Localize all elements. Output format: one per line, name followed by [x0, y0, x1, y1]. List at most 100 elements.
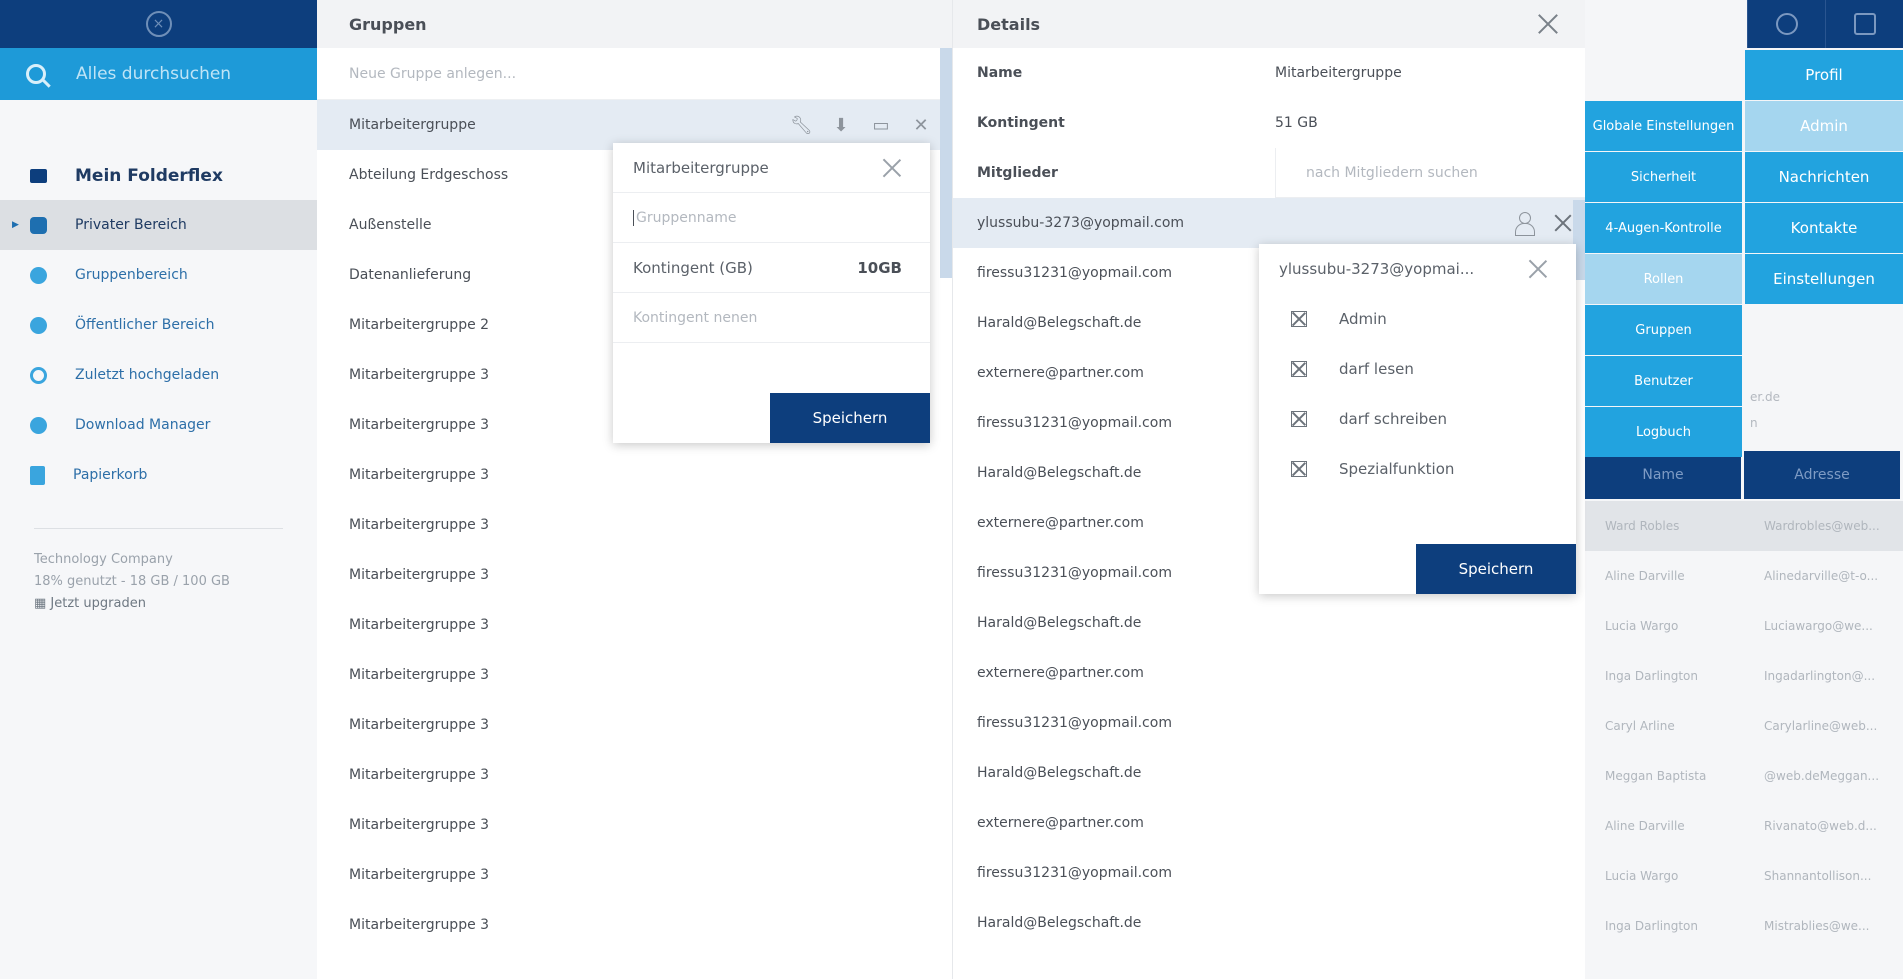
cell-name: Lucia Wargo	[1605, 869, 1679, 883]
group-item-label: Abteilung Erdgeschoss	[349, 167, 509, 183]
member-email: Harald@Belegschaft.de	[977, 315, 1142, 331]
sidebar-item-label: Öffentlicher Bereich	[75, 317, 215, 333]
wrench-icon[interactable]: 🔧︎	[790, 115, 813, 136]
nav-profile[interactable]: Profil	[1745, 50, 1903, 100]
storage-info: Technology Company 18% genutzt - 18 GB /…	[0, 529, 317, 635]
permission-special[interactable]: Spezialfunktion	[1259, 444, 1576, 494]
member-email: Harald@Belegschaft.de	[977, 915, 1142, 931]
sidebar-main-title[interactable]: Mein Folderflex	[0, 152, 317, 200]
global-search[interactable]: Alles durchsuchen	[0, 48, 317, 100]
download-box-icon[interactable]: ⬇	[830, 115, 852, 136]
table-row[interactable]: Meggan Baptista @web.deMeggan...	[1585, 751, 1903, 801]
group-item-label: Mitarbeitergruppe 3	[349, 517, 490, 533]
close-icon[interactable]	[882, 158, 902, 178]
logout-icon	[1853, 13, 1876, 35]
list-item[interactable]: Harald@Belegschaft.de	[953, 898, 1585, 948]
table-row[interactable]: Lucia Wargo Shannantollison...	[1585, 851, 1903, 901]
sidebar-item-download[interactable]: Download Manager	[0, 400, 317, 450]
permission-read[interactable]: darf lesen	[1259, 344, 1576, 394]
list-item[interactable]: Mitarbeitergruppe 3	[317, 600, 952, 650]
close-icon[interactable]: ✕	[910, 115, 932, 136]
members-search-input[interactable]: nach Mitgliedern suchen	[1275, 148, 1585, 198]
list-item[interactable]: Mitarbeitergruppe 3	[317, 900, 952, 950]
sidebar-item-label: Zuletzt hochgeladen	[75, 367, 220, 383]
list-item[interactable]: Mitarbeitergruppe 3	[317, 750, 952, 800]
table-row[interactable]: Aline Darville Rivanato@web.d...	[1585, 801, 1903, 851]
table-row[interactable]: Inga Darlington Ingadarlington@...	[1585, 651, 1903, 701]
close-icon[interactable]	[1537, 13, 1559, 35]
quota-input[interactable]: Kontingent nenen	[613, 293, 930, 343]
logout-button[interactable]	[1825, 0, 1903, 48]
globe-icon	[30, 316, 47, 334]
user-icon[interactable]	[1515, 212, 1535, 236]
list-item[interactable]: externere@partner.com	[953, 798, 1585, 848]
table-row[interactable]: Inga Darlington Mistrablies@we...	[1585, 901, 1903, 951]
nav-contacts[interactable]: Kontakte	[1745, 203, 1903, 253]
list-item[interactable]: Mitarbeitergruppe 3	[317, 650, 952, 700]
link-icon	[30, 416, 47, 434]
upgrade-link[interactable]: ▦ Jetzt upgraden	[34, 593, 283, 615]
group-item-label: Mitarbeitergruppe 3	[349, 817, 490, 833]
nav-global-settings[interactable]: Globale Einstellungen	[1585, 101, 1742, 151]
nav-roles[interactable]: Rollen	[1585, 254, 1742, 304]
checkbox-icon[interactable]	[1291, 361, 1307, 377]
list-item[interactable]: Harald@Belegschaft.de	[953, 598, 1585, 648]
permission-label: Spezialfunktion	[1339, 460, 1455, 478]
checkbox-icon[interactable]	[1291, 461, 1307, 477]
nav-settings[interactable]: Einstellungen	[1745, 254, 1903, 304]
sidebar-item-recent[interactable]: Zuletzt hochgeladen	[0, 350, 317, 400]
sidebar-item-group[interactable]: Gruppenbereich	[0, 250, 317, 300]
save-button[interactable]: Speichern	[770, 393, 930, 443]
list-item[interactable]: firessu31231@yopmail.com	[953, 698, 1585, 748]
sidebar-item-trash[interactable]: Papierkorb	[0, 450, 317, 500]
table-row[interactable]: Caryl Arline Carylarline@web...	[1585, 701, 1903, 751]
sidebar-item-private[interactable]: ▶ Privater Bereich	[0, 200, 317, 250]
nav-messages[interactable]: Nachrichten	[1745, 152, 1903, 202]
close-icon[interactable]	[1553, 213, 1573, 233]
table-row[interactable]: Aline Darville Alinedarville@t-o...	[1585, 551, 1903, 601]
nav-four-eyes[interactable]: 4-Augen-Kontrolle	[1585, 203, 1742, 253]
nav-users[interactable]: Benutzer	[1585, 356, 1742, 406]
table-row[interactable]: Ward Robles Wardrobles@web...	[1585, 501, 1903, 551]
new-group-input[interactable]: Neue Gruppe anlegen...	[317, 48, 952, 100]
member-item-selected[interactable]: ylussubu-3273@yopmail.com	[953, 198, 1585, 248]
list-item[interactable]: Harald@Belegschaft.de	[953, 748, 1585, 798]
member-email: externere@partner.com	[977, 365, 1144, 381]
list-item[interactable]: Mitarbeitergruppe 3	[317, 450, 952, 500]
permission-admin[interactable]: Admin	[1259, 294, 1576, 344]
group-name-input[interactable]: Gruppenname	[613, 193, 930, 243]
permission-write[interactable]: darf schreiben	[1259, 394, 1576, 444]
list-item[interactable]: Mitarbeitergruppe 3	[317, 800, 952, 850]
detail-quota-row: Kontingent 51 GB	[953, 98, 1585, 148]
close-circle-icon[interactable]: ×	[145, 11, 172, 37]
help-button[interactable]	[1747, 0, 1825, 48]
table-row[interactable]: Lucia Wargo Luciawargo@we...	[1585, 601, 1903, 651]
list-item[interactable]: Mitarbeitergruppe 3	[317, 500, 952, 550]
col-address[interactable]: Adresse	[1744, 451, 1903, 499]
group-item-label: Mitarbeitergruppe 2	[349, 317, 490, 333]
list-item[interactable]: Mitarbeitergruppe 3	[317, 700, 952, 750]
folder-open-icon[interactable]: ▭	[870, 115, 892, 136]
save-button[interactable]: Speichern	[1416, 544, 1576, 594]
ghost-text: er.de	[1750, 390, 1781, 404]
sidebar-item-public[interactable]: Öffentlicher Bereich	[0, 300, 317, 350]
detail-members-row: Mitglieder nach Mitgliedern suchen	[953, 148, 1585, 198]
nav-security[interactable]: Sicherheit	[1585, 152, 1742, 202]
list-item[interactable]: firessu31231@yopmail.com	[953, 848, 1585, 898]
caret-right-icon: ▶	[12, 220, 19, 230]
nav-admin[interactable]: Admin	[1745, 101, 1903, 151]
groups-scrollbar[interactable]	[940, 48, 952, 278]
nav-groups[interactable]: Gruppen	[1585, 305, 1742, 355]
list-item[interactable]: Mitarbeitergruppe 3	[317, 550, 952, 600]
close-icon[interactable]	[1528, 259, 1548, 279]
storage-usage: 18% genutzt - 18 GB / 100 GB	[34, 574, 230, 589]
list-item[interactable]: externere@partner.com	[953, 648, 1585, 698]
search-icon	[26, 64, 46, 84]
checkbox-icon[interactable]	[1291, 411, 1307, 427]
col-name[interactable]: Name	[1585, 451, 1744, 499]
help-icon	[1775, 13, 1798, 35]
member-email: externere@partner.com	[977, 815, 1144, 831]
nav-logbook[interactable]: Logbuch	[1585, 407, 1742, 457]
list-item[interactable]: Mitarbeitergruppe 3	[317, 850, 952, 900]
checkbox-icon[interactable]	[1291, 311, 1307, 327]
